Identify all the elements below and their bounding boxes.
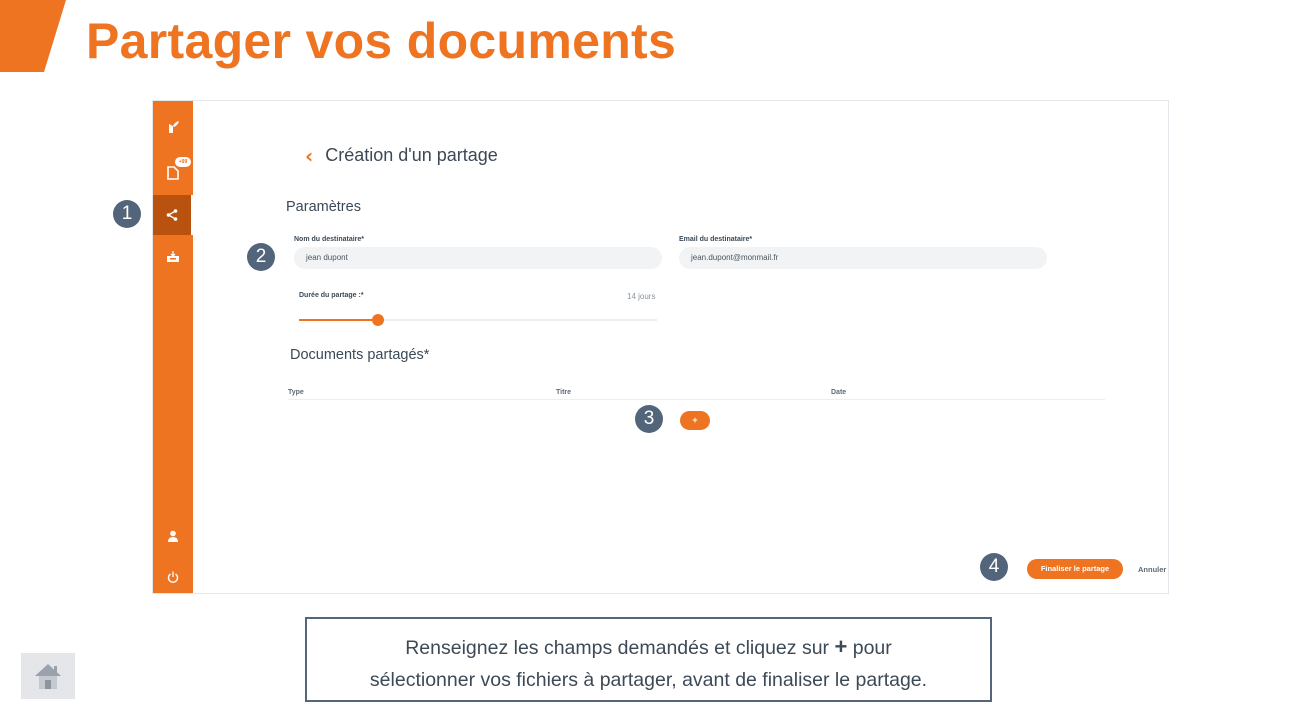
- home-icon: [35, 664, 61, 689]
- sidebar-item-share[interactable]: [153, 195, 193, 235]
- column-header-date[interactable]: Date: [831, 389, 846, 396]
- power-icon: [167, 571, 179, 583]
- main-content: ‹ Création d'un partage Paramètres Nom d…: [193, 101, 1168, 593]
- params-section-title: Paramètres: [286, 199, 361, 215]
- caption-text-after: pour: [852, 637, 892, 659]
- sidebar-item-inbox[interactable]: [153, 237, 193, 277]
- add-document-button[interactable]: +: [680, 411, 710, 430]
- step-badge-4: 4: [980, 553, 1008, 581]
- plus-icon: +: [834, 634, 848, 659]
- finalize-share-button[interactable]: Finaliser le partage: [1027, 559, 1123, 579]
- duration-slider-thumb[interactable]: [371, 314, 384, 326]
- column-header-type[interactable]: Type: [288, 389, 304, 396]
- table-header-divider: [288, 399, 1105, 400]
- sidebar-item-logo[interactable]: [153, 107, 193, 147]
- notification-badge: +99: [175, 157, 191, 167]
- home-button[interactable]: [21, 653, 75, 699]
- share-icon: [166, 209, 178, 221]
- page-title: Partager vos documents: [86, 13, 677, 69]
- form-title: Création d'un partage: [325, 145, 498, 165]
- inbox-icon: [167, 251, 179, 262]
- duration-slider[interactable]: [299, 314, 657, 326]
- column-header-title[interactable]: Titre: [556, 389, 571, 396]
- duration-label: Durée du partage :*: [299, 292, 364, 299]
- user-icon: [168, 530, 178, 542]
- recipient-email-label: Email du destinataire*: [679, 236, 753, 243]
- duration-value: 14 jours: [627, 292, 656, 301]
- step-badge-2: 2: [247, 243, 275, 271]
- recipient-name-input[interactable]: jean dupont: [294, 247, 662, 269]
- leaf-logo-icon: [169, 121, 179, 133]
- caption-line-2: sélectionner vos fichiers à partager, av…: [369, 669, 928, 691]
- caption-line-1: Renseignez les champs demandés et clique…: [307, 631, 990, 664]
- duration-slider-fill: [299, 319, 378, 321]
- chevron-left-icon[interactable]: ‹: [305, 146, 313, 166]
- document-icon: [167, 166, 179, 180]
- step-badge-3: 3: [635, 405, 663, 433]
- caption-text-before: Renseignez les champs demandés et clique…: [405, 637, 830, 659]
- recipient-email-input[interactable]: jean.dupont@monmail.fr: [679, 247, 1047, 269]
- sidebar-item-logout[interactable]: [153, 557, 193, 593]
- app-window: +99 ‹ Création d'un partage Paramètres N…: [152, 100, 1169, 594]
- orange-corner-decoration: [0, 0, 66, 72]
- header-row: ‹ Création d'un partage: [305, 145, 498, 166]
- instruction-caption: Renseignez les champs demandés et clique…: [305, 617, 992, 702]
- documents-section-title: Documents partagés*: [290, 347, 430, 363]
- sidebar: +99: [153, 101, 193, 593]
- cancel-button[interactable]: Annuler: [1138, 565, 1166, 574]
- step-badge-1: 1: [113, 200, 141, 228]
- recipient-name-label: Nom du destinataire*: [294, 236, 365, 243]
- sidebar-item-profile[interactable]: [153, 516, 193, 556]
